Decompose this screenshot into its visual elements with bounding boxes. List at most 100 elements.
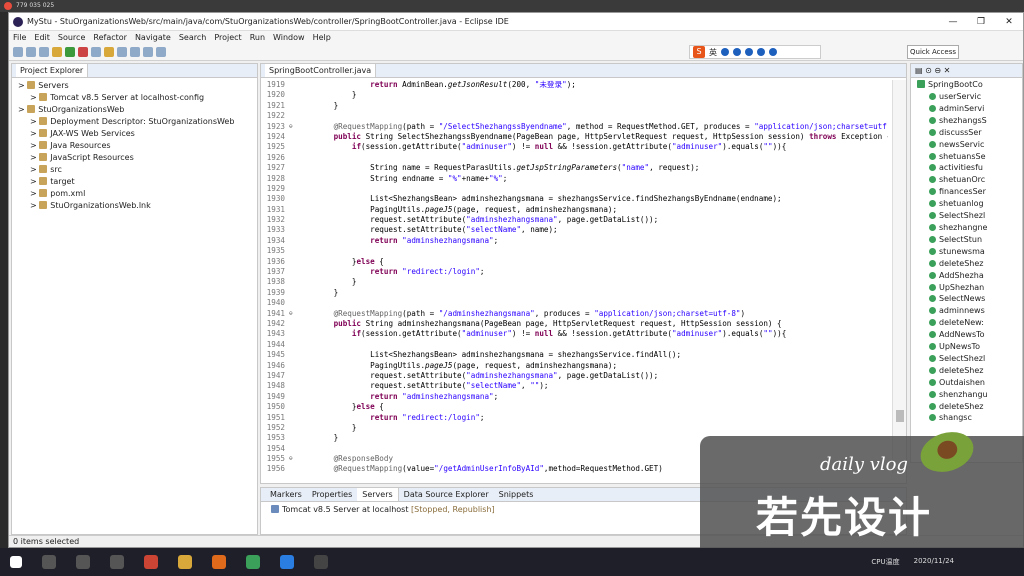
chevron-right-icon[interactable]: > — [30, 141, 39, 150]
fold-marker[interactable] — [289, 184, 297, 194]
menu-navigate[interactable]: Navigate — [135, 33, 171, 42]
tree-item[interactable]: > StuOrganizationsWeb — [16, 104, 253, 116]
new-class-icon[interactable] — [91, 46, 101, 57]
vertical-scrollbar[interactable] — [892, 80, 906, 473]
code-line[interactable]: 1943 if(session.getAttribute("adminuser"… — [261, 329, 888, 339]
back-icon[interactable] — [143, 46, 153, 57]
outline-item[interactable]: SelectShezl — [911, 210, 1022, 222]
fold-marker[interactable] — [289, 402, 297, 412]
ime-lang[interactable]: 英 — [709, 47, 717, 58]
menu-window[interactable]: Window — [273, 33, 305, 42]
chevron-right-icon[interactable]: > — [18, 105, 27, 114]
code-line[interactable]: 1933 request.setAttribute("selectName", … — [261, 225, 888, 235]
code-line[interactable]: 1928 String endname = "%"+name+"%"; — [261, 174, 888, 184]
outline-item[interactable]: shetuanlog — [911, 198, 1022, 210]
menu-refactor[interactable]: Refactor — [93, 33, 127, 42]
outline-item[interactable]: shezhangne — [911, 222, 1022, 234]
fold-marker[interactable] — [289, 433, 297, 443]
tree-item[interactable]: > pom.xml — [16, 188, 253, 200]
tab-editor-file[interactable]: SpringBootController.java — [265, 64, 377, 77]
quick-access-input[interactable]: Quick Access — [907, 45, 959, 59]
outline-item[interactable]: deleteShez — [911, 401, 1022, 413]
chrome-icon[interactable] — [246, 555, 260, 569]
fold-marker[interactable] — [289, 350, 297, 360]
code-line[interactable]: 1926 — [261, 153, 888, 163]
annotation-icon[interactable] — [130, 46, 140, 57]
outline-item[interactable]: shenzhangu — [911, 389, 1022, 401]
fold-marker[interactable] — [289, 101, 297, 111]
fold-marker[interactable] — [289, 288, 297, 298]
fold-marker[interactable] — [289, 132, 297, 142]
outline-root[interactable]: SpringBootCo — [911, 78, 1022, 91]
tree-item[interactable]: > src — [16, 164, 253, 176]
code-line[interactable]: 1927 String name = RequestParasUtils.get… — [261, 163, 888, 173]
code-line[interactable]: 1929 — [261, 184, 888, 194]
fold-marker[interactable] — [289, 90, 297, 100]
outline-item[interactable]: Outdaishen — [911, 377, 1022, 389]
windows-start-icon[interactable] — [10, 556, 22, 568]
tree-item[interactable]: > StuOrganizationsWeb.lnk — [16, 200, 253, 212]
fold-marker[interactable] — [289, 246, 297, 256]
tree-item[interactable]: > target — [16, 176, 253, 188]
eclipse-taskbar-icon[interactable] — [314, 555, 328, 569]
skin-icon[interactable] — [757, 48, 765, 56]
fold-marker[interactable]: ⊖ — [289, 122, 297, 132]
code-line[interactable]: 1936 }else { — [261, 257, 888, 267]
fold-marker[interactable] — [289, 340, 297, 350]
tab-markers[interactable]: Markers — [265, 488, 307, 501]
outline-item[interactable]: deleteShez — [911, 258, 1022, 270]
run-icon[interactable] — [65, 46, 75, 57]
fold-marker[interactable] — [289, 267, 297, 277]
chevron-right-icon[interactable]: > — [30, 93, 39, 102]
outline-item[interactable]: SelectNews — [911, 293, 1022, 305]
store-icon[interactable] — [280, 555, 294, 569]
chevron-right-icon[interactable]: > — [30, 117, 39, 126]
outline-item[interactable]: SelectShezl — [911, 353, 1022, 365]
tab-project-explorer[interactable]: Project Explorer — [16, 64, 89, 77]
code-line[interactable]: 1949 return "adminshezhangsmana"; — [261, 392, 888, 402]
code-line[interactable]: 1939 } — [261, 288, 888, 298]
outline-item[interactable]: newsServic — [911, 139, 1022, 151]
menu-help[interactable]: Help — [313, 33, 331, 42]
fold-marker[interactable] — [289, 329, 297, 339]
file-explorer-icon[interactable] — [178, 555, 192, 569]
chevron-right-icon[interactable]: > — [30, 129, 39, 138]
browser-icon[interactable] — [212, 555, 226, 569]
code-editor[interactable]: 1919 return AdminBean.getJsonResult(200,… — [261, 80, 888, 473]
tree-item[interactable]: > Java Resources — [16, 140, 253, 152]
fold-marker[interactable] — [289, 277, 297, 287]
fold-marker[interactable] — [289, 194, 297, 204]
fold-marker[interactable]: ⊖ — [289, 309, 297, 319]
outline-item[interactable]: shetuansSe — [911, 151, 1022, 163]
mic-icon[interactable] — [733, 48, 741, 56]
outline-item[interactable]: adminServi — [911, 103, 1022, 115]
fold-marker[interactable] — [289, 392, 297, 402]
fold-marker[interactable] — [289, 174, 297, 184]
fold-marker[interactable] — [289, 257, 297, 267]
fold-marker[interactable] — [289, 142, 297, 152]
tools-icon[interactable] — [769, 48, 777, 56]
code-line[interactable]: 1921 } — [261, 101, 888, 111]
tree-item[interactable]: > Deployment Descriptor: StuOrganization… — [16, 116, 253, 128]
code-line[interactable]: 1930 List<ShezhangsBean> adminshezhangsm… — [261, 194, 888, 204]
code-line[interactable]: 1942 public String adminshezhangsmana(Pa… — [261, 319, 888, 329]
outline-item[interactable]: stunewsma — [911, 246, 1022, 258]
scroll-thumb[interactable] — [896, 410, 904, 422]
sogou-icon[interactable]: S — [693, 46, 705, 58]
tab-properties[interactable]: Properties — [307, 488, 357, 501]
code-line[interactable]: 1938 } — [261, 277, 888, 287]
emoji-icon[interactable] — [721, 48, 729, 56]
code-line[interactable]: 1950 }else { — [261, 402, 888, 412]
fold-marker[interactable] — [289, 236, 297, 246]
restore-icon[interactable]: ❐ — [967, 17, 995, 27]
keyboard-icon[interactable] — [745, 48, 753, 56]
chevron-right-icon[interactable]: > — [18, 81, 27, 90]
fold-marker[interactable] — [289, 225, 297, 235]
outline-item[interactable]: shezhangsS — [911, 115, 1022, 127]
outline-item[interactable]: activitiesfu — [911, 162, 1022, 174]
forward-icon[interactable] — [156, 46, 166, 57]
chevron-right-icon[interactable]: > — [30, 153, 39, 162]
search-icon[interactable] — [117, 46, 127, 57]
fold-marker[interactable] — [289, 298, 297, 308]
tree-item[interactable]: > JavaScript Resources — [16, 152, 253, 164]
